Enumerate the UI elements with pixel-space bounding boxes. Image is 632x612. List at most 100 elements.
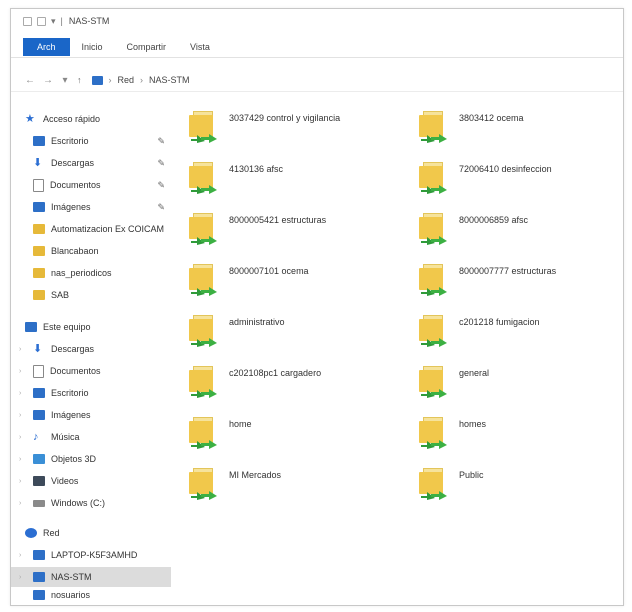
folder-name: 8000007777 estructuras [459,266,557,276]
new-folder-icon[interactable] [37,16,46,26]
folder-icon [33,224,45,234]
chevron-right-icon[interactable]: › [19,412,21,419]
folder-item[interactable]: MI Mercados [187,464,397,504]
chevron-down-icon[interactable]: ▾ [61,75,69,86]
chevron-right-icon[interactable]: › [19,478,21,485]
sidebar-item-label: SAB [51,290,70,300]
document-icon [33,178,44,192]
tab-view[interactable]: Vista [178,38,222,56]
ribbon-tabs: Arch Inicio Compartir Vista [11,37,623,58]
chevron-right-icon[interactable]: › [19,368,21,375]
sidebar-item-blancabaon[interactable]: Blancabaon [11,241,171,261]
sidebar-item-nosuarios[interactable]: nosuarios [11,589,171,601]
chevron-right-icon[interactable]: › [19,390,21,397]
address-row: ← → ▾ ↑ › Red › NAS-STM [11,69,623,92]
chevron-right-icon[interactable]: › [19,434,21,441]
sidebar-item-pc-downloads[interactable]: › ⬇ Descargas [11,339,171,359]
shared-folder-icon [417,260,447,300]
folder-name: 8000005421 estructuras [229,215,327,225]
folder-grid: 3037429 control y vigilancia 3803412 ocem… [187,105,617,605]
folder-name: homes [459,419,487,429]
sidebar-item-pc-desktop[interactable]: › Escritorio [11,383,171,403]
sidebar-item-automatizacion[interactable]: Automatizacion Ex COICAM [11,219,171,239]
sidebar-item-label: Documentos [50,180,101,190]
shared-folder-icon [187,107,217,147]
shared-folder-icon [417,464,447,504]
tab-home[interactable]: Inicio [70,38,115,56]
up-arrow-icon[interactable]: ↑ [77,75,82,85]
chevron-right-icon[interactable]: › [19,500,21,507]
shared-folder-icon [187,209,217,249]
sidebar-item-label: Objetos 3D [51,454,97,464]
sidebar-item-label: Música [51,432,80,442]
breadcrumb[interactable]: › Red › NAS-STM [91,75,190,85]
folder-name: c202108pc1 cargadero [229,368,322,378]
sidebar-item-label: nosuarios [51,590,91,600]
image-icon [33,202,45,212]
folder-item[interactable]: c202108pc1 cargadero [187,362,397,402]
chevron-right-icon[interactable]: › [19,456,21,463]
sidebar-item-pc-drive-c[interactable]: › Windows (C:) [11,493,171,513]
shared-folder-icon [417,311,447,351]
sidebar-item-label: Red [43,528,60,538]
sidebar-item-laptop[interactable]: › LAPTOP-K5F3AMHD [11,545,171,565]
sidebar-item-desktop[interactable]: Escritorio ✎ [11,131,171,151]
sidebar-item-pc-documents[interactable]: › Documentos [11,361,171,381]
sidebar-item-sab[interactable]: SAB [11,285,171,305]
shared-folder-icon [417,107,447,147]
folder-item[interactable]: administrativo [187,311,397,351]
desktop-icon [33,388,45,398]
tab-share[interactable]: Compartir [115,38,179,56]
tab-file[interactable]: Arch [23,38,70,56]
back-icon[interactable]: ← [25,75,35,86]
sidebar-item-downloads[interactable]: ⬇ Descargas ✎ [11,153,171,173]
folder-item[interactable]: 3803412 ocema [417,107,623,147]
forward-icon[interactable]: → [43,75,53,86]
folder-item[interactable]: home [187,413,397,453]
folder-item[interactable]: 72006410 desinfeccion [417,158,623,198]
sidebar-item-label: Descargas [51,344,95,354]
breadcrumb-red[interactable]: Red [118,75,135,85]
folder-icon [33,290,45,300]
quick-access-toolbar: ▾ | [23,16,63,27]
folder-name: MI Mercados [229,470,282,480]
chevron-right-icon[interactable]: › [19,574,21,581]
chevron-down-icon[interactable]: ▾ [51,16,56,27]
folder-item[interactable]: 4130136 afsc [187,158,397,198]
pin-icon[interactable]: ✎ [157,136,165,147]
sidebar-item-nas-stm[interactable]: › NAS-STM [11,567,171,587]
folder-item[interactable]: 8000007777 estructuras [417,260,623,300]
pin-icon[interactable]: ✎ [157,180,165,191]
sidebar-item-network[interactable]: Red [11,523,171,543]
sidebar-item-label: LAPTOP-K5F3AMHD [51,550,138,560]
folder-name: home [229,419,252,429]
chevron-right-icon[interactable]: › [19,552,21,559]
sidebar-item-label: nas_periodicos [51,268,112,278]
folder-item[interactable]: Public [417,464,623,504]
chevron-right-icon[interactable]: › [19,346,21,353]
folder-icon [33,268,45,278]
pin-icon[interactable]: ✎ [157,158,165,169]
sidebar-item-quick-access[interactable]: ★ Acceso rápido [11,109,171,129]
window-title: NAS-STM [68,16,110,26]
sidebar-item-pc-3d-objects[interactable]: › Objetos 3D [11,449,171,469]
sidebar-item-pc-videos[interactable]: › Videos [11,471,171,491]
folder-item[interactable]: 8000006859 afsc [417,209,623,249]
folder-item[interactable]: 3037429 control y vigilancia [187,107,397,147]
sidebar-item-pc-music[interactable]: › ♪ Música [11,427,171,447]
properties-icon[interactable] [23,16,32,26]
folder-item[interactable]: 8000005421 estructuras [187,209,397,249]
sidebar-item-this-pc[interactable]: Este equipo [11,317,171,337]
sidebar-item-documents[interactable]: Documentos ✎ [11,175,171,195]
sidebar-item-nas-periodicos[interactable]: nas_periodicos [11,263,171,283]
sidebar-item-label: Imágenes [51,410,91,420]
folder-item[interactable]: 8000007101 ocema [187,260,397,300]
folder-item[interactable]: c201218 fumigacion [417,311,623,351]
sidebar-item-images[interactable]: Imágenes ✎ [11,197,171,217]
sidebar-item-pc-images[interactable]: › Imágenes [11,405,171,425]
folder-item[interactable]: homes [417,413,623,453]
breadcrumb-nas[interactable]: NAS-STM [149,75,190,85]
folder-item[interactable]: general [417,362,623,402]
shared-folder-icon [417,209,447,249]
pin-icon[interactable]: ✎ [157,202,165,213]
